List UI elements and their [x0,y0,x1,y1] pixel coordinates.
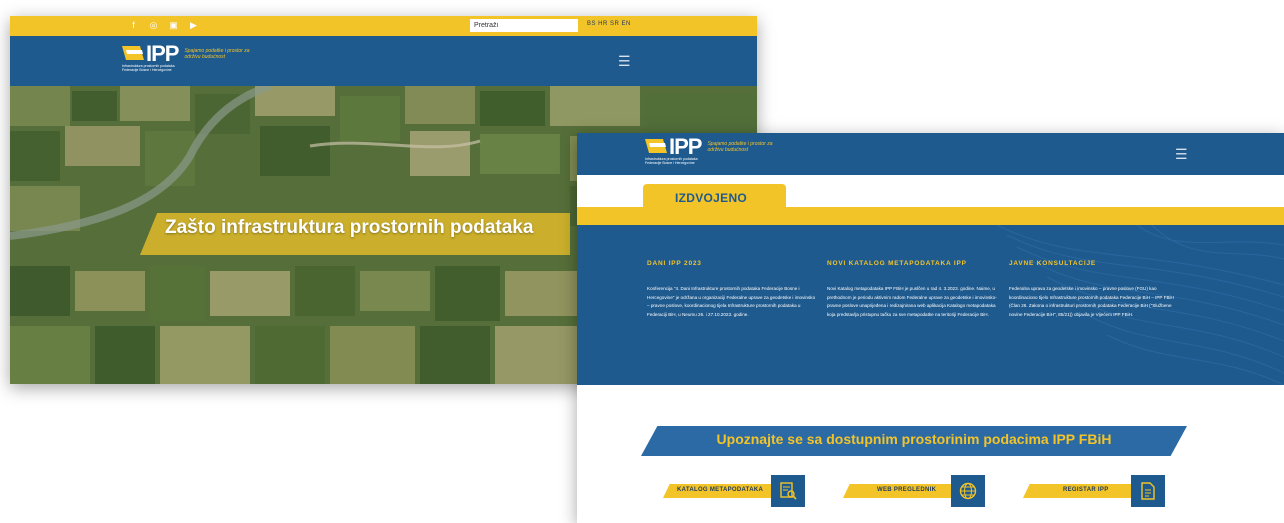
button-label: WEB PREGLEDNIK [877,487,937,493]
youtube-icon[interactable]: ▶ [188,20,199,31]
register-document-icon [1131,475,1165,507]
logo-tagline-line2: održivu budućnost [184,54,226,60]
news-text: Federalna uprava za geodetske i imovinsk… [1009,286,1174,317]
hero-title: Zašto infrastruktura prostornih podataka [165,217,534,238]
top-bar: f ◎ ▣ ▶ BS HR SR EN [10,16,757,36]
search-input[interactable] [470,19,578,32]
social-links: f ◎ ▣ ▶ [128,20,199,31]
language-switcher[interactable]: BS HR SR EN [587,21,631,27]
news-item[interactable]: NOVI KATALOG METAPODATAKA IPP Novi Katal… [827,260,997,319]
hamburger-menu-icon[interactable]: ☰ [618,54,631,68]
site-logo[interactable]: IPP Infrastruktura prostornih podataka F… [645,134,773,165]
site-header: IPP Infrastruktura prostornih podataka F… [10,36,757,86]
site-logo[interactable]: IPP Infrastruktura prostornih podataka F… [122,41,250,72]
document-search-icon [771,475,805,507]
news-item[interactable]: JAVNE KONSULTACIJE Federalna uprava za g… [1009,260,1179,319]
button-label: REGISTAR IPP [1063,487,1109,493]
news-text: Novi Katalog metapodataka IPP FBiH je pu… [827,286,997,317]
logo-emblem-icon [122,44,146,62]
instagram-icon[interactable]: ◎ [148,20,159,31]
logo-emblem-icon [645,137,669,155]
ipp-register-button[interactable]: REGISTAR IPP [1023,475,1167,509]
news-text: Konferencija "4. Dani Infrastrukture pro… [647,286,816,317]
site-header: IPP Infrastruktura prostornih podataka F… [577,133,1284,175]
facebook-icon[interactable]: f [128,20,139,31]
logo-tagline-line2: održivu budućnost [707,147,749,153]
news-title[interactable]: NOVI KATALOG METAPODATAKA IPP [827,260,997,267]
logo-text: IPP [669,134,702,159]
button-label: KATALOG METAPODATAKA [677,487,764,493]
featured-heading: IZDVOJENO [675,191,748,205]
catalog-metadata-button[interactable]: KATALOG METAPODATAKA [663,475,807,509]
news-title[interactable]: JAVNE KONSULTACIJE [1009,260,1179,267]
web-viewer-button[interactable]: WEB PREGLEDNIK [843,475,987,509]
content-window: IPP Infrastruktura prostornih podataka F… [577,133,1284,523]
linkedin-icon[interactable]: ▣ [168,20,179,31]
datasets-heading: Upoznajte se sa dostupnim prostorinim po… [716,431,1112,447]
logo-subtitle-line2: Federacije Bosne i Hercegovine [122,68,172,72]
globe-icon [951,475,985,507]
hamburger-menu-icon[interactable]: ☰ [1175,147,1188,161]
news-item[interactable]: DANI IPP 2023 Konferencija "4. Dani Infr… [647,260,817,319]
logo-subtitle-line2: Federacije Bosne i Hercegovine [645,161,695,165]
logo-text: IPP [146,41,179,66]
news-title[interactable]: DANI IPP 2023 [647,260,817,267]
news-section: DANI IPP 2023 Konferencija "4. Dani Infr… [577,225,1284,385]
